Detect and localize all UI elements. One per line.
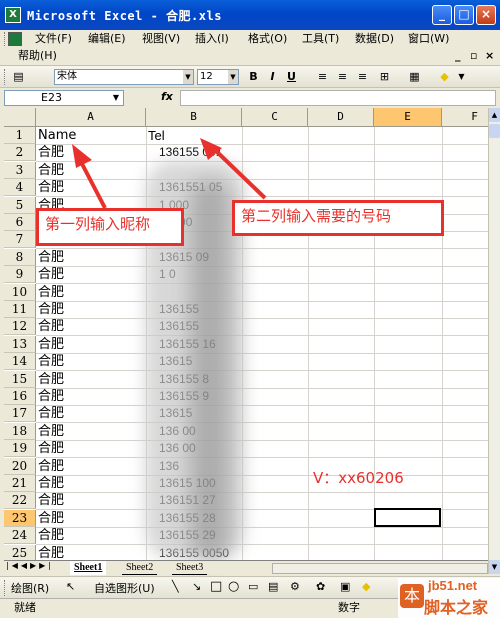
annotation-note-nickname: 第一列输入昵称 <box>36 208 184 246</box>
textbox-icon[interactable]: ▭ <box>248 580 258 593</box>
arrow-head <box>200 138 222 160</box>
annotation-arrows <box>72 138 267 209</box>
clipart-icon[interactable]: ✿ <box>316 580 325 593</box>
watermark-name: 脚本之家 <box>424 598 489 617</box>
tab-sheet2[interactable]: Sheet2 <box>122 561 158 575</box>
sheet-nav-icon[interactable]: |◀◀▶▶| <box>6 561 54 570</box>
autoshape-menu[interactable]: 自选图形(U) <box>94 580 155 596</box>
picture-icon[interactable]: ▣ <box>340 580 350 593</box>
scroll-down-icon[interactable]: ▼ <box>489 560 500 574</box>
scroll-up-icon[interactable]: ▲ <box>489 108 500 122</box>
tab-sheet1[interactable]: Sheet1 <box>70 561 107 575</box>
wordart-icon[interactable]: ▤ <box>268 580 278 593</box>
watermark: 本 jb51.net 脚本之家 <box>398 578 500 618</box>
arrow-line <box>78 159 107 209</box>
site-logo-icon: 本 <box>400 584 424 608</box>
pointer-icon[interactable]: ↖ <box>66 580 75 593</box>
sheet-tab-bar: |◀◀▶▶| Sheet1 Sheet2 Sheet3 <box>4 560 488 575</box>
arrow-head <box>72 144 92 168</box>
oval-icon[interactable]: ○ <box>228 579 239 594</box>
vertical-scrollbar[interactable]: ▲ ▼ <box>488 108 500 574</box>
annotation-contact: V：xx60206 <box>313 469 404 487</box>
watermark-site: jb51.net <box>428 578 478 593</box>
status-num: 数字 <box>338 601 360 614</box>
annotation-note-number: 第二列输入需要的号码 <box>232 200 444 236</box>
tab-sheet3[interactable]: Sheet3 <box>172 561 208 575</box>
fill-color-icon[interactable]: ◆ <box>362 580 370 593</box>
diagram-icon[interactable]: ⚙ <box>290 580 300 593</box>
rectangle-icon[interactable]: □ <box>210 579 222 594</box>
arrow-line <box>213 148 267 200</box>
scroll-thumb[interactable] <box>489 124 500 138</box>
horizontal-scrollbar[interactable] <box>272 563 488 574</box>
line-icon[interactable]: ╲ <box>172 580 179 593</box>
status-ready: 就绪 <box>14 601 36 614</box>
arrow-icon[interactable]: ↘ <box>192 580 201 593</box>
draw-menu[interactable]: 绘图(R) <box>11 580 49 596</box>
toolbar-grip[interactable] <box>4 580 7 596</box>
